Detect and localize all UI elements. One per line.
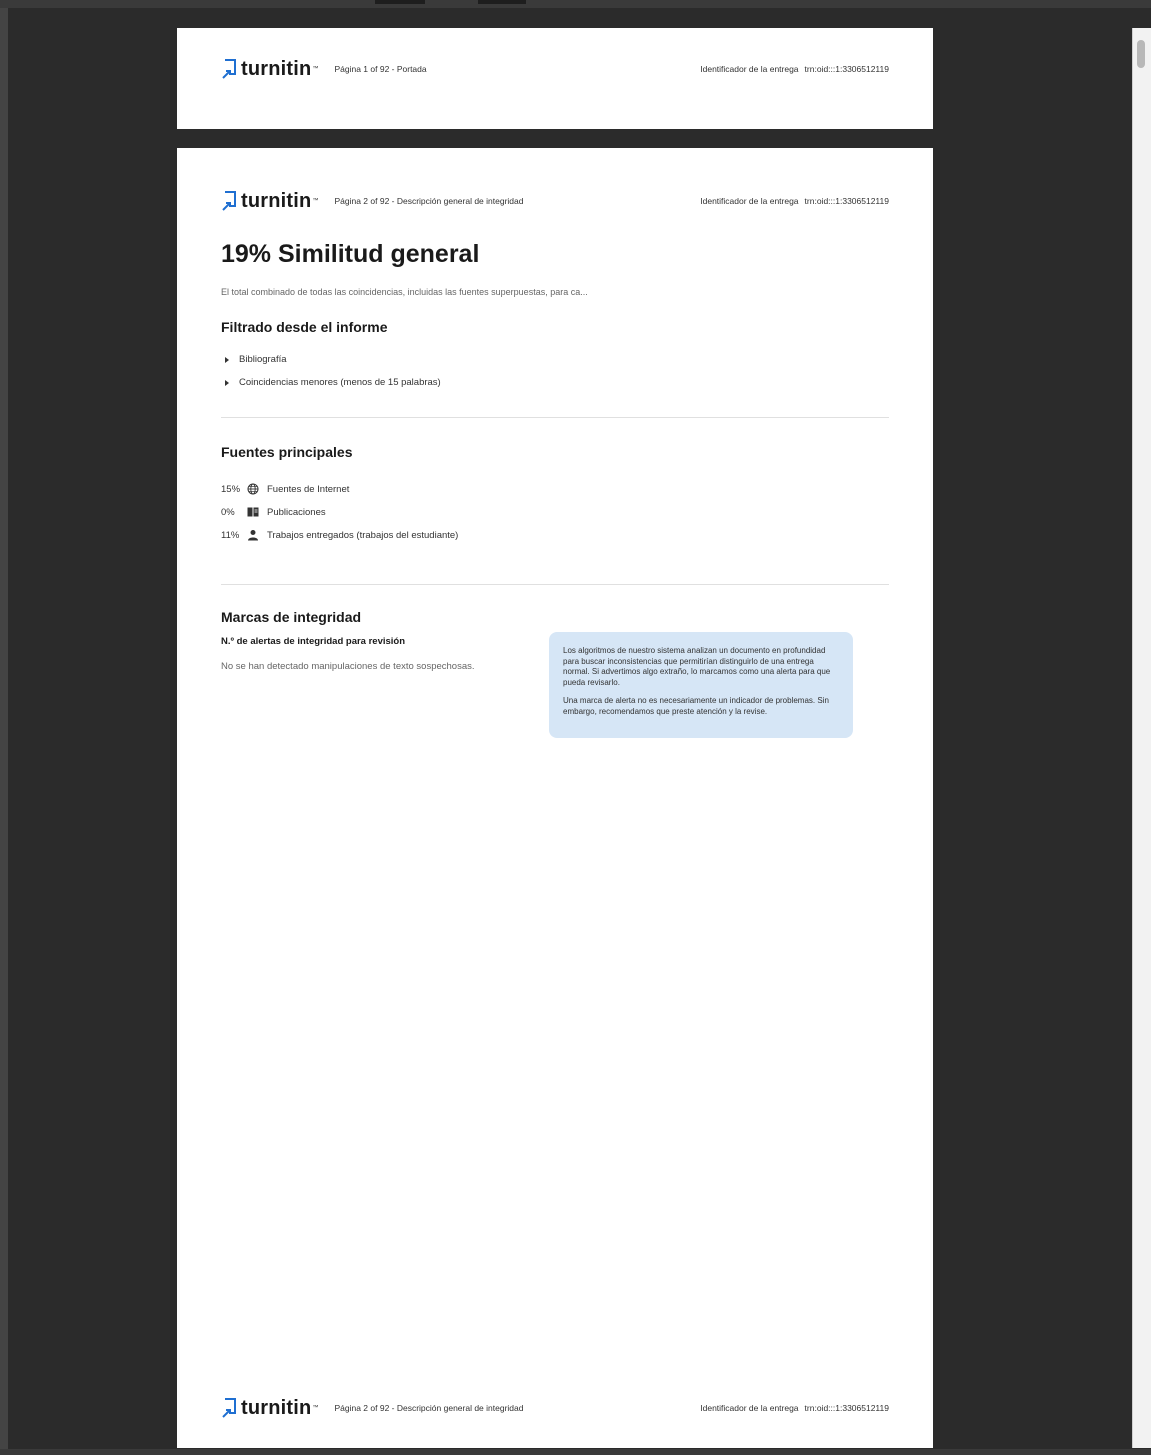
brand-trademark: ™: [312, 1405, 319, 1411]
bullet-triangle-icon: [225, 379, 229, 386]
submission-oid: trn:oid:::1:3306512119: [804, 64, 889, 74]
footer-page-info: Página 2 of 92 - Descripción general de …: [334, 1403, 524, 1413]
turnitin-logo: turnitin ™: [221, 190, 318, 213]
document-page-1: turnitin ™ Página 1 of 92 - Portada Ident…: [177, 28, 933, 129]
info-paragraph: Una marca de alerta no es necesariamente…: [563, 696, 829, 716]
source-row-internet: 15% Fuentes de Internet: [221, 483, 349, 495]
window-left-edge: [0, 0, 8, 1455]
person-icon: [247, 529, 259, 541]
submission-oid: trn:oid:::1:3306512119: [804, 196, 889, 206]
turnitin-logo-icon: [222, 1398, 236, 1418]
submission-id: Identificador de la entrega trn:oid:::1:3…: [700, 196, 889, 206]
book-icon: [247, 506, 259, 518]
page-info: Página 1 of 92 - Portada: [334, 64, 427, 74]
brand-trademark: ™: [312, 66, 319, 72]
submission-label: Identificador de la entrega: [700, 196, 799, 206]
filtered-item: Coincidencias menores (menos de 15 palab…: [221, 377, 441, 388]
page-footer: turnitin ™ Página 2 of 92 - Descripción g…: [221, 1395, 889, 1421]
toolbar-segment: [478, 0, 526, 4]
filtered-item-label: Bibliografía: [239, 354, 287, 365]
integrity-heading: Marcas de integridad: [221, 609, 362, 625]
source-percent: 0%: [221, 506, 235, 518]
turnitin-logo-icon: [222, 191, 236, 211]
brand-name: turnitin: [241, 57, 312, 80]
source-percent: 11%: [221, 529, 240, 541]
submission-id: Identificador de la entrega trn:oid:::1:3…: [700, 64, 889, 74]
source-label: Trabajos entregados (trabajos del estudi…: [267, 529, 459, 541]
bullet-triangle-icon: [225, 356, 229, 363]
info-paragraph: Los algoritmos de nuestro sistema analiz…: [563, 646, 831, 687]
page-info: Página 2 of 92 - Descripción general de …: [334, 196, 524, 206]
brand-name: turnitin: [241, 189, 312, 212]
source-label: Publicaciones: [267, 506, 326, 518]
similarity-title: 19% Similitud general: [221, 240, 480, 268]
turnitin-logo-icon: [222, 59, 236, 79]
source-row-submitted-works: 11% Trabajos entregados (trabajos del es…: [221, 529, 458, 541]
document-page-2: turnitin ™ Página 2 of 92 - Descripción g…: [177, 148, 933, 1448]
toolbar-segment: [375, 0, 425, 4]
page-header: turnitin ™ Página 1 of 92 - Portada Ident…: [221, 56, 889, 82]
filtered-item: Bibliografía: [221, 354, 287, 365]
similarity-description: El total combinado de todas las coincide…: [221, 287, 588, 297]
source-percent: 15%: [221, 483, 241, 495]
globe-icon: [247, 483, 259, 495]
page-header: turnitin ™ Página 2 of 92 - Descripción g…: [221, 188, 889, 214]
submission-label: Identificador de la entrega: [700, 1403, 799, 1413]
section-divider: [221, 584, 889, 585]
brand-name: turnitin: [241, 1396, 312, 1419]
brand-trademark: ™: [312, 198, 319, 204]
filtered-heading: Filtrado desde el informe: [221, 319, 388, 335]
submission-oid: trn:oid:::1:3306512119: [804, 1403, 889, 1413]
integrity-subheading: N.º de alertas de integridad para revisi…: [221, 636, 406, 647]
no-alerts-text: No se han detectado manipulaciones de te…: [221, 661, 475, 672]
turnitin-logo: turnitin ™: [221, 1397, 318, 1420]
integrity-info-box: Los algoritmos de nuestro sistema analiz…: [549, 632, 853, 738]
submission-id: Identificador de la entrega trn:oid:::1:3…: [700, 1403, 889, 1413]
top-toolbar: [0, 0, 1151, 8]
section-divider: [221, 417, 889, 418]
window-bottom-edge: [0, 1449, 1151, 1455]
filtered-item-label: Coincidencias menores (menos de 15 palab…: [239, 377, 441, 388]
scrollbar-thumb[interactable]: [1137, 40, 1145, 68]
vertical-scrollbar[interactable]: [1132, 28, 1151, 1448]
source-label: Fuentes de Internet: [267, 483, 350, 495]
turnitin-logo: turnitin ™: [221, 58, 318, 81]
sources-heading: Fuentes principales: [221, 444, 353, 460]
submission-label: Identificador de la entrega: [700, 64, 799, 74]
source-row-publications: 0% Publicaciones: [221, 506, 326, 518]
